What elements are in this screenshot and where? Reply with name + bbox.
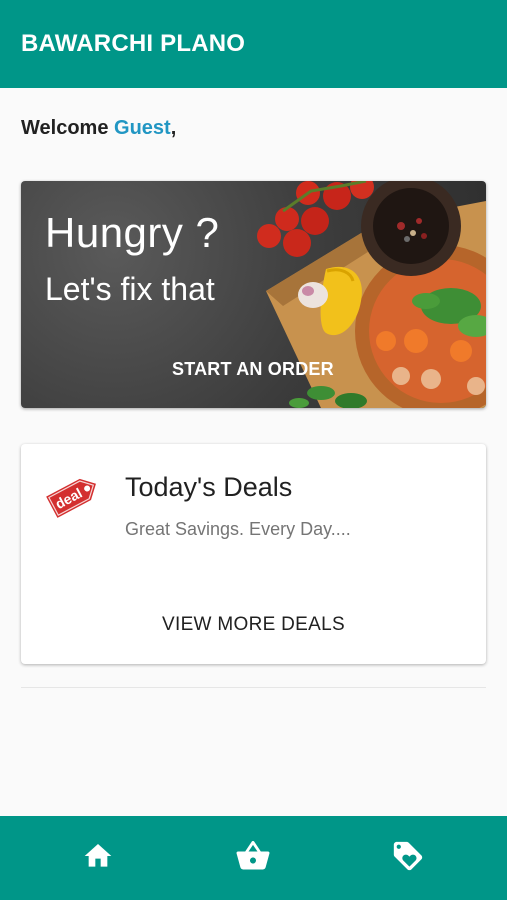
welcome-user-name: Guest (114, 117, 171, 139)
tag-icon (391, 839, 425, 878)
nav-order-button[interactable] (233, 838, 273, 878)
app-screen: BAWARCHI PLANO Welcome Guest, Hungry ? L… (0, 0, 507, 900)
welcome-suffix: , (170, 117, 177, 139)
hero-subheadline: Let's fix that (45, 271, 215, 307)
start-order-button[interactable]: START AN ORDER (172, 359, 334, 380)
deals-title: Today's Deals (125, 472, 293, 502)
hero-headline: Hungry ? (45, 209, 220, 256)
home-icon (82, 840, 114, 877)
deal-tag-icon: deal (43, 466, 103, 526)
view-more-deals-button[interactable]: VIEW MORE DEALS (21, 614, 486, 636)
todays-deals-card[interactable]: deal Today's Deals Great Savings. Every … (21, 444, 486, 664)
start-order-banner[interactable]: Hungry ? Let's fix that START AN ORDER (21, 181, 486, 408)
welcome-message: Welcome Guest, (21, 117, 176, 140)
nav-deals-button[interactable] (388, 838, 428, 878)
nav-home-button[interactable] (78, 838, 118, 878)
welcome-prefix: Welcome (21, 117, 109, 139)
app-title: BAWARCHI PLANO (21, 30, 246, 57)
divider (21, 687, 486, 688)
basket-icon (235, 838, 271, 879)
deals-subtitle: Great Savings. Every Day.... (125, 519, 351, 539)
bottom-navigation (0, 816, 507, 900)
top-app-bar: BAWARCHI PLANO (0, 0, 507, 88)
